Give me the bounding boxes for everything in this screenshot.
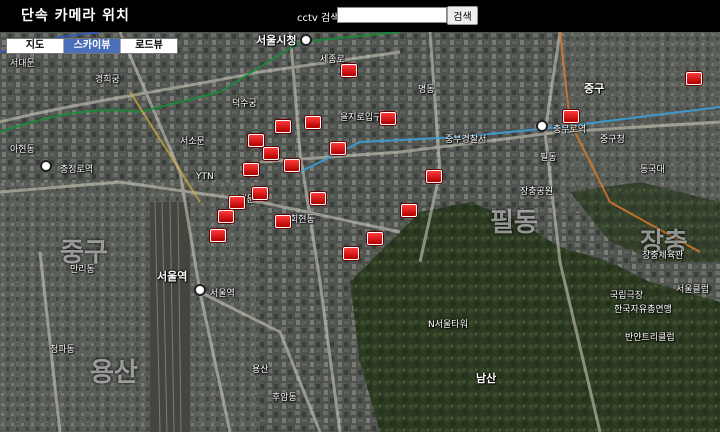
map-label: 동국대 <box>640 165 665 175</box>
speed-camera-marker-icon[interactable] <box>330 142 346 155</box>
speed-camera-marker-icon[interactable] <box>248 134 264 147</box>
speed-camera-marker-icon[interactable] <box>284 159 300 172</box>
map-label: 회현동 <box>290 215 315 225</box>
map-label: 충무로역 <box>553 125 587 135</box>
speed-camera-marker-icon[interactable] <box>426 170 442 183</box>
subway-station-icon <box>194 284 206 296</box>
map-label: YTN <box>196 172 214 182</box>
speed-camera-marker-icon[interactable] <box>563 110 579 123</box>
cctv-search-input[interactable] <box>337 7 447 23</box>
map-label: 아현동 <box>10 145 35 155</box>
map-label: 중구청 <box>600 135 625 145</box>
speed-camera-marker-icon[interactable] <box>686 72 702 85</box>
map-label: 용산 <box>252 365 269 375</box>
speed-camera-marker-icon[interactable] <box>343 247 359 260</box>
subway-station-icon <box>40 160 52 172</box>
map-label: 필동 <box>540 153 557 163</box>
map-type-roadview-button[interactable]: 로드뷰 <box>121 39 177 53</box>
map-label: 남산 <box>476 372 497 385</box>
map-label: 서소문 <box>180 137 205 147</box>
speed-camera-marker-icon[interactable] <box>275 215 291 228</box>
map-label: 중구 <box>584 82 605 95</box>
map-label: 명동 <box>418 85 435 95</box>
speed-camera-marker-icon[interactable] <box>305 116 321 129</box>
map-label: 청파동 <box>50 345 75 355</box>
map-label: 장충공원 <box>520 187 554 197</box>
speed-camera-marker-icon[interactable] <box>243 163 259 176</box>
speed-camera-marker-icon[interactable] <box>210 229 226 242</box>
map-label: 세종로 <box>320 55 345 65</box>
speed-camera-marker-icon[interactable] <box>341 64 357 77</box>
map-label: 경희궁 <box>95 75 120 85</box>
district-label: 필동 <box>490 208 538 238</box>
speed-camera-marker-icon[interactable] <box>275 120 291 133</box>
search-button[interactable]: 검색 <box>447 6 478 25</box>
map-label: 서대문 <box>10 59 35 69</box>
map-label: 충정로역 <box>60 165 94 175</box>
map-label: 덕수궁 <box>232 99 257 109</box>
map-type-skyview-button[interactable]: 스카이뷰 <box>64 39 121 53</box>
speed-camera-marker-icon[interactable] <box>401 204 417 217</box>
map-label: 서울역 <box>157 270 188 283</box>
map-label: N서울타워 <box>428 320 468 330</box>
app-title: 단속 카메라 위치 <box>21 8 130 24</box>
district-label: 용산 <box>90 358 138 388</box>
speed-camera-marker-icon[interactable] <box>229 196 245 209</box>
search-label: cctv 검색: <box>297 13 343 24</box>
speed-camera-marker-icon[interactable] <box>380 112 396 125</box>
subway-station-icon <box>536 120 548 132</box>
map-label: 장충체육관 <box>642 251 684 261</box>
map-label: 한국자유총연맹 <box>614 305 672 315</box>
speed-camera-marker-icon[interactable] <box>310 192 326 205</box>
map-label: 만리동 <box>70 265 95 275</box>
speed-camera-marker-icon[interactable] <box>367 232 383 245</box>
map-type-switcher: 지도 스카이뷰 로드뷰 <box>6 38 178 54</box>
map-label: 서울클럽 <box>676 285 710 295</box>
map-type-map-button[interactable]: 지도 <box>7 39 64 53</box>
map-label: 서울시청 <box>256 34 297 47</box>
speed-camera-marker-icon[interactable] <box>252 187 268 200</box>
top-bar: 단속 카메라 위치 cctv 검색: 검색 <box>0 0 720 32</box>
satellite-map[interactable]: 중구 용산 필동 장충 서울시청 서울역 서울역 중구 N서울타워 남산 충정로… <box>0 32 720 432</box>
map-label: 후암동 <box>272 393 297 403</box>
map-label: 서울역 <box>210 289 235 299</box>
speed-camera-marker-icon[interactable] <box>263 147 279 160</box>
speed-camera-marker-icon[interactable] <box>218 210 234 223</box>
map-label: 반얀트리클럽 <box>625 333 675 343</box>
map-label: 국립극장 <box>610 291 644 301</box>
map-label: 중부경찰서 <box>445 135 487 145</box>
subway-station-icon <box>300 34 312 46</box>
